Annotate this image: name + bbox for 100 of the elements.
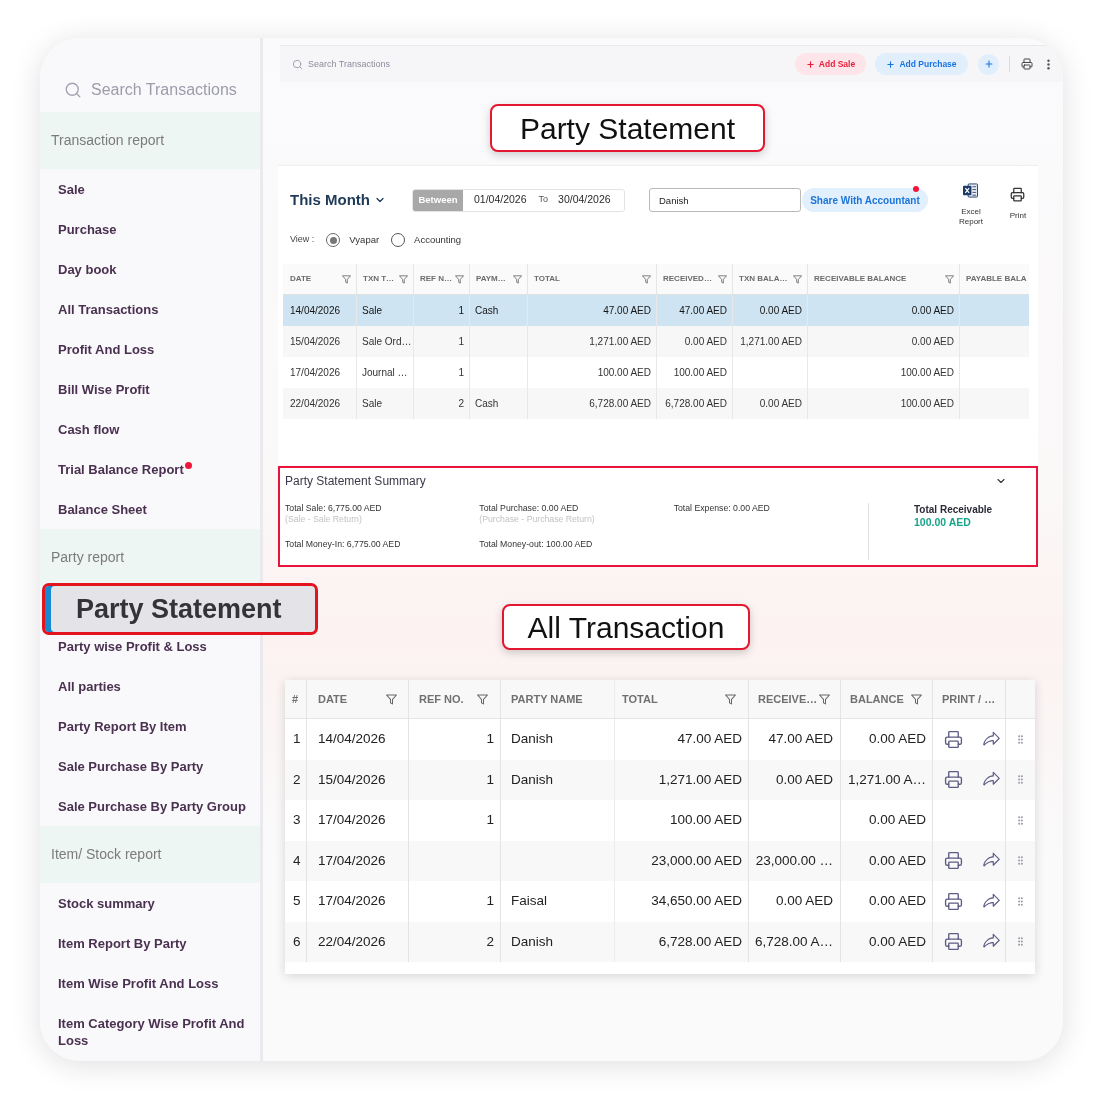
column-header[interactable]: PRINT / …	[933, 680, 1006, 718]
table-cell-text: 0.00 AED	[868, 892, 926, 911]
sidebar-item[interactable]: Purchase	[40, 209, 260, 249]
period-dropdown[interactable]: This Month	[290, 188, 386, 212]
table-row[interactable]: 5 17/04/2026 1 Faisal 34,650.00 AED 0.00 AED 0.00 AED	[285, 881, 1035, 922]
add-purchase-button[interactable]: Add Purchase	[875, 53, 968, 75]
column-header[interactable]: PARTY NAME	[501, 680, 615, 718]
filter-icon[interactable]	[513, 274, 522, 284]
filter-icon[interactable]	[911, 693, 922, 705]
table-row[interactable]: 22/04/2026 Sale 2 Cash 6,728.00 AED 6,728.00 AED 0.00 AED 100.00 AED	[283, 388, 1029, 419]
column-header[interactable]: BALANCE	[841, 680, 933, 718]
sidebar-item[interactable]: Sale Purchase By Party Group	[40, 786, 260, 826]
table-row[interactable]: 6 22/04/2026 2 Danish 6,728.00 AED 6,728.00 A… 0.00 AED	[285, 921, 1035, 962]
filter-icon[interactable]	[477, 693, 488, 705]
table-cell-text: 6,728.00 AED	[589, 397, 651, 411]
table-row[interactable]: 4 17/04/2026 23,000.00 AED 23,000.00 … 0.00 AED	[285, 840, 1035, 881]
end-date[interactable]: 30/04/2026	[558, 192, 611, 208]
filter-icon[interactable]	[945, 274, 954, 284]
sidebar-item[interactable]: Item Wise Profit And Loss	[40, 963, 260, 1003]
filter-icon[interactable]	[718, 274, 727, 284]
sidebar-item[interactable]: Balance Sheet	[40, 489, 260, 529]
filter-icon[interactable]	[793, 274, 802, 284]
drag-handle-icon[interactable]	[1015, 774, 1026, 786]
column-header[interactable]: RECEIVE…	[749, 680, 841, 718]
column-header[interactable]: TXN BALA…	[733, 264, 808, 294]
sidebar-item[interactable]: Bill Wise Profit	[40, 369, 260, 409]
sidebar-item[interactable]: Sale	[40, 169, 260, 209]
table-row[interactable]: 2 15/04/2026 1 Danish 1,271.00 AED 0.00 AED 1,271.00 A…	[285, 759, 1035, 800]
table-cell-text: 1,271.00 AED	[740, 335, 802, 349]
filter-icon[interactable]	[399, 274, 408, 284]
filter-icon[interactable]	[725, 693, 736, 705]
sidebar-item[interactable]: Item Report By Party	[40, 923, 260, 963]
add-sale-button[interactable]: Add Sale	[795, 53, 866, 75]
party-field[interactable]: Danish	[649, 188, 801, 212]
sidebar-item[interactable]: Party Statement	[42, 583, 318, 635]
sidebar-item[interactable]: Cash flow	[40, 409, 260, 449]
drag-handle-icon[interactable]	[1015, 733, 1026, 745]
kebab-menu-icon[interactable]	[1047, 58, 1050, 70]
table-row[interactable]: 15/04/2026 Sale Ord… 1 1,271.00 AED 0.00 AED 1,271.00 AED 0.00 AED	[283, 326, 1029, 357]
section-heading: Item/ Stock report	[40, 826, 260, 883]
sidebar-item[interactable]: Item Category Wise Profit And Loss	[40, 1003, 260, 1054]
column-header[interactable]: DATE	[283, 264, 357, 294]
column-header[interactable]: #	[285, 680, 307, 718]
search-field[interactable]: Search Transactions	[91, 78, 246, 101]
table-cell-text: 0.00 AED	[868, 811, 926, 830]
table-cell-text: 1	[486, 892, 494, 911]
filter-icon[interactable]	[386, 693, 397, 705]
column-header[interactable]: PAYABLE BALA	[960, 264, 1029, 294]
print-button[interactable]: Print	[1005, 178, 1031, 221]
sidebar-item[interactable]: Sale Purchase By Party	[40, 746, 260, 786]
table-cell-text: 6,728.00 AED	[665, 397, 727, 411]
print-icon[interactable]	[1021, 58, 1033, 70]
sidebar-item[interactable]: Party Report By Item	[40, 706, 260, 746]
date-range-field[interactable]: Between 01/04/2026 To 30/04/2026	[412, 188, 625, 212]
filter-icon[interactable]	[342, 274, 351, 284]
column-header[interactable]: TOTAL	[615, 680, 749, 718]
sidebar-item[interactable]: Party wise Profit & Loss	[40, 635, 260, 666]
search-field[interactable]: Search Transactions	[308, 56, 458, 72]
table-cell-text: 15/04/2026	[290, 335, 341, 349]
filter-icon[interactable]	[455, 274, 464, 284]
column-header[interactable]: TOTAL	[528, 264, 657, 294]
table-cell-text: 2	[293, 770, 301, 789]
view-option[interactable]: Accounting	[391, 232, 462, 248]
table-row[interactable]: 3 17/04/2026 1 100.00 AED 0.00 AED	[285, 800, 1035, 841]
drag-handle-icon[interactable]	[1015, 936, 1026, 948]
column-header[interactable]: REF NO.	[409, 680, 501, 718]
sidebar-item[interactable]: Trial Balance Report	[40, 449, 260, 489]
table-cell-text: 0.00 AED	[911, 304, 954, 318]
sidebar-item[interactable]: All Transactions	[40, 289, 260, 329]
start-date[interactable]: 01/04/2026	[474, 192, 527, 208]
print-icon[interactable]	[944, 851, 963, 871]
table-row[interactable]: 1 14/04/2026 1 Danish 47.00 AED 47.00 AED 0.00 AED	[285, 719, 1035, 760]
filter-icon[interactable]	[819, 693, 831, 705]
print-icon[interactable]	[944, 729, 963, 749]
share-button[interactable]: Share With Accountant	[802, 188, 928, 212]
column-header[interactable]: PAYM…	[470, 264, 528, 294]
column-header[interactable]: RECEIVED…	[657, 264, 733, 294]
print-icon[interactable]	[944, 891, 963, 911]
table-cell-text: 0.00 AED	[775, 892, 833, 911]
view-option[interactable]: Vyapar	[326, 232, 380, 248]
sidebar-item[interactable]: Stock summary	[40, 883, 260, 923]
summary-value: Total Expense: 0.00 AED	[673, 503, 770, 514]
column-header[interactable]: RECEIVABLE BALANCE	[808, 264, 960, 294]
print-icon[interactable]	[944, 932, 963, 952]
drag-handle-icon[interactable]	[1015, 855, 1026, 867]
drag-handle-icon[interactable]	[1015, 895, 1026, 907]
filter-icon[interactable]	[642, 274, 651, 284]
sidebar-item[interactable]: Day book	[40, 249, 260, 289]
table-row[interactable]: 14/04/2026 Sale 1 Cash 47.00 AED 47.00 AED 0.00 AED 0.00 AED	[283, 295, 1029, 326]
table-cell-text: Danish	[511, 770, 554, 789]
excel-report-button[interactable]: Excel Report	[953, 178, 989, 226]
column-header[interactable]: REF N…	[414, 264, 470, 294]
column-header[interactable]: TXN T…	[357, 264, 414, 294]
drag-handle-icon[interactable]	[1015, 814, 1026, 826]
sidebar-item[interactable]: All parties	[40, 666, 260, 706]
sidebar-item[interactable]: Profit And Loss	[40, 329, 260, 369]
table-cell-text: 15/04/2026	[318, 770, 386, 789]
print-icon[interactable]	[944, 770, 963, 790]
section-heading: Transaction report	[40, 112, 260, 169]
column-header[interactable]: DATE	[307, 680, 409, 718]
